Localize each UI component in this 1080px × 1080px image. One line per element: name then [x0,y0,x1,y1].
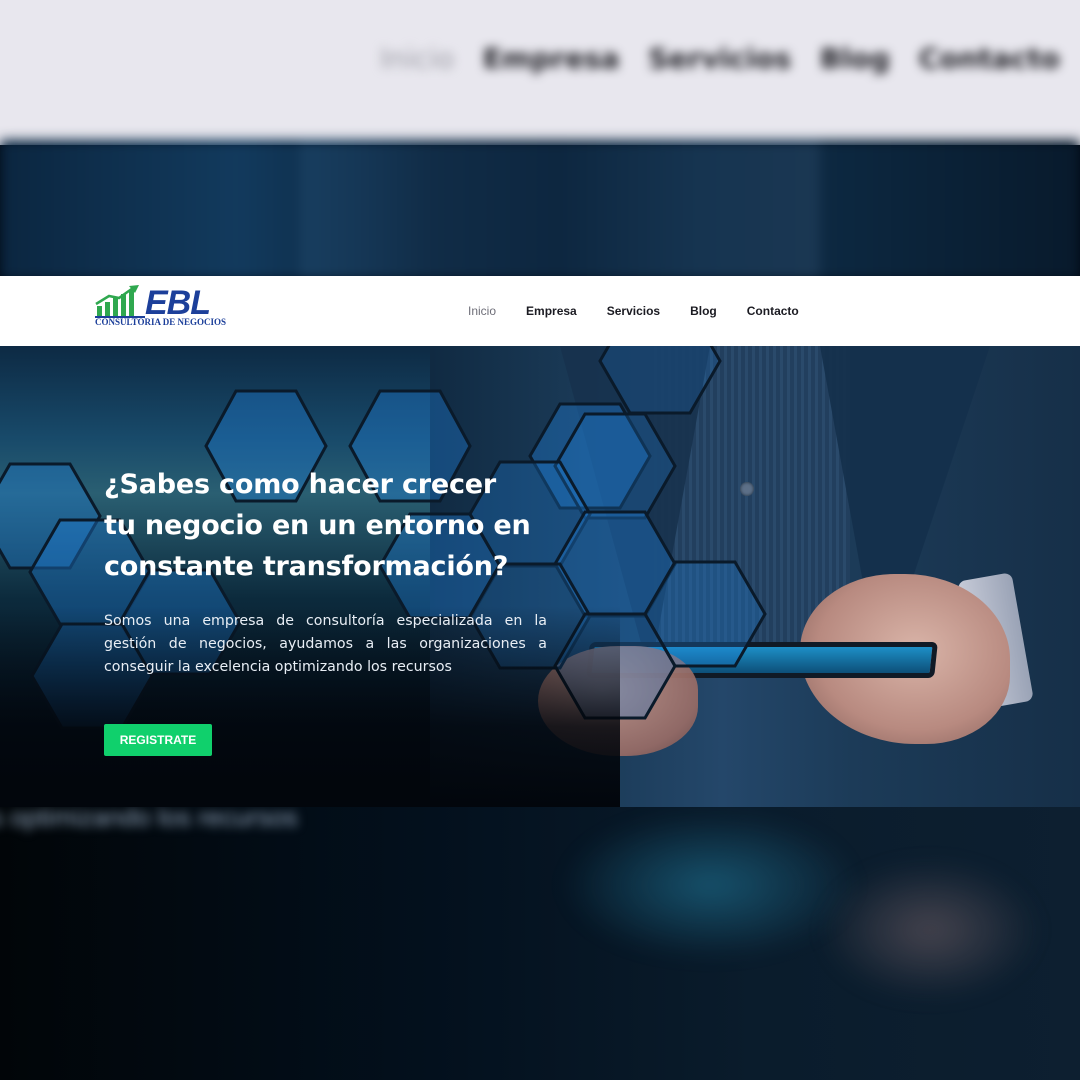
hero-title-line: ¿Sabes como hacer crecer [104,469,497,500]
backdrop-menu: Inicio Empresa Servicios Blog Contacto [380,38,1080,78]
hero-section: ¿Sabes como hacer crecer tu negocio en u… [0,346,1080,807]
nav-item-servicios[interactable]: Servicios [592,304,675,318]
hero-title-line: tu negocio en un entorno en [104,510,531,541]
nav-item-contacto[interactable]: Contacto [732,304,814,318]
backdrop-menu-item: Empresa [482,41,620,75]
backdrop-hero-upper [0,140,1080,280]
nav-item-inicio[interactable]: Inicio [453,304,511,318]
hero-title-line: constante transformación? [104,551,509,582]
backdrop-glow [560,810,860,960]
register-button[interactable]: REGISTRATE [104,724,212,756]
brand-tagline: CONSULTORIA DE NEGOCIOS [95,317,227,327]
backdrop-hero-lower: s optimizando los recursos [0,800,1080,1080]
backdrop-header: Inicio Empresa Servicios Blog Contacto [0,0,1080,145]
brand-logo[interactable]: EBL CONSULTORIA DE NEGOCIOS [95,284,235,336]
hero-description: Somos una empresa de consultoría especia… [104,613,547,675]
nav-item-empresa[interactable]: Empresa [511,304,592,318]
nav-item-blog[interactable]: Blog [675,304,732,318]
backdrop-menu-item: Servicios [648,41,792,75]
navbar: EBL CONSULTORIA DE NEGOCIOS Inicio Empre… [0,276,1080,346]
hero-copy: ¿Sabes como hacer crecer tu negocio en u… [104,464,547,679]
backdrop-menu-item: Contacto [918,41,1060,75]
backdrop-menu-item: Blog [819,41,891,75]
hero-title: ¿Sabes como hacer crecer tu negocio en u… [104,464,547,587]
main-menu: Inicio Empresa Servicios Blog Contacto [453,276,814,346]
backdrop-glow [820,860,1040,1000]
brand-name: EBL [145,284,211,322]
growth-chart-icon [95,285,145,318]
website-card: EBL CONSULTORIA DE NEGOCIOS Inicio Empre… [0,276,1080,807]
backdrop-menu-item: Inicio [380,41,455,75]
